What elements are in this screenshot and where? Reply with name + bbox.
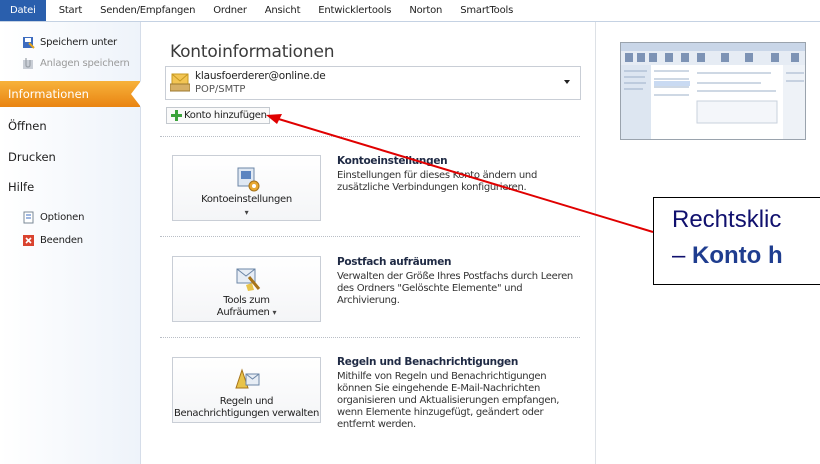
account-type: POP/SMTP	[195, 84, 246, 95]
account-settings-description: Einstellungen für dieses Konto ändern un…	[337, 170, 538, 193]
annotation-callout: Rechtsklic – Konto h	[653, 197, 820, 285]
add-account-button[interactable]: Konto hinzufügen	[166, 107, 270, 124]
options-command[interactable]: Optionen	[22, 209, 84, 225]
tab-start[interactable]: Start	[50, 0, 91, 21]
tab-norton[interactable]: Norton	[400, 0, 451, 21]
cleanup-tools-icon	[236, 268, 261, 291]
options-icon	[23, 211, 34, 223]
exit-label: Beenden	[40, 234, 83, 246]
tab-datei[interactable]: Datei	[0, 0, 46, 21]
ribbon-tab-bar: Datei Start Senden/Empfangen Ordner Ansi…	[0, 0, 820, 22]
account-settings-button-label: Kontoeinstellungen	[201, 194, 292, 205]
nav-item-drucken[interactable]: Drucken	[8, 150, 56, 164]
nav-item-informationen[interactable]: Informationen	[0, 81, 141, 107]
close-icon	[23, 234, 34, 246]
add-account-label: Konto hinzufügen	[184, 110, 267, 121]
cleanup-tools-label-line2: Aufräumen ▾	[173, 307, 320, 319]
nav-item-hilfe[interactable]: Hilfe	[8, 180, 34, 194]
cleanup-description: Verwalten der Größe Ihres Postfachs durc…	[337, 271, 573, 306]
nav-item-oeffnen[interactable]: Öffnen	[8, 119, 47, 133]
callout-line1: Rechtsklic	[672, 206, 782, 233]
chevron-down-icon: ▾	[244, 208, 249, 217]
account-settings-icon	[237, 167, 260, 192]
chevron-down-icon: ▾	[272, 308, 277, 317]
outlook-window-thumbnail	[621, 43, 805, 139]
divider	[160, 236, 580, 237]
save-as-label: Speichern unter	[40, 36, 117, 48]
tab-smarttools[interactable]: SmartTools	[451, 0, 522, 21]
rules-heading: Regeln und Benachrichtigungen	[337, 356, 519, 368]
cleanup-tools-label-line1: Tools zum	[223, 295, 270, 306]
callout-line2-prefix: –	[672, 242, 693, 269]
account-selector[interactable]: klausfoerderer@online.de POP/SMTP	[165, 66, 581, 100]
nav-item-informationen-label: Informationen	[8, 87, 89, 101]
callout-line2-bold: Konto h	[692, 242, 783, 269]
mail-account-icon	[170, 73, 190, 92]
rules-description: Mithilfe von Regeln und Benachrichtigung…	[337, 371, 560, 430]
exit-command[interactable]: Beenden	[22, 232, 83, 248]
divider	[160, 337, 580, 338]
cleanup-tools-button[interactable]: Tools zum Aufräumen ▾	[172, 256, 321, 322]
page-title: Kontoinformationen	[170, 42, 335, 62]
rules-alerts-label-line2: Benachrichtigungen verwalten	[173, 408, 320, 419]
plus-icon	[171, 110, 182, 121]
save-attachments-icon	[23, 57, 33, 69]
account-settings-heading: Kontoeinstellungen	[337, 155, 448, 167]
save-attachments-command[interactable]: Anlagen speichern	[22, 55, 130, 71]
save-attachments-label: Anlagen speichern	[40, 57, 130, 69]
callout-line2: – Konto h	[672, 242, 783, 270]
backstage-nav: Speichern unter Anlagen speichern Inform…	[0, 22, 141, 464]
tab-entwicklertools[interactable]: Entwicklertools	[309, 0, 400, 21]
tab-senden-empfangen[interactable]: Senden/Empfangen	[91, 0, 204, 21]
tab-ansicht[interactable]: Ansicht	[256, 0, 310, 21]
divider	[595, 22, 596, 464]
options-label: Optionen	[40, 211, 85, 223]
account-email: klausfoerderer@online.de	[195, 70, 326, 82]
rules-alerts-label-line1: Regeln und	[219, 396, 274, 407]
cleanup-tools-label-text: Aufräumen	[216, 307, 270, 318]
save-as-command[interactable]: Speichern unter	[22, 34, 117, 50]
outlook-preview-thumbnail	[620, 42, 806, 140]
tab-ordner[interactable]: Ordner	[204, 0, 256, 21]
divider	[160, 136, 580, 137]
account-settings-button[interactable]: Kontoeinstellungen ▾	[172, 155, 321, 221]
cleanup-heading: Postfach aufräumen	[337, 256, 452, 268]
save-as-icon	[23, 36, 35, 49]
rules-alerts-button[interactable]: Regeln und Benachrichtigungen verwalten	[172, 357, 321, 423]
rules-alerts-icon	[235, 368, 260, 389]
chevron-down-icon[interactable]	[564, 80, 570, 84]
